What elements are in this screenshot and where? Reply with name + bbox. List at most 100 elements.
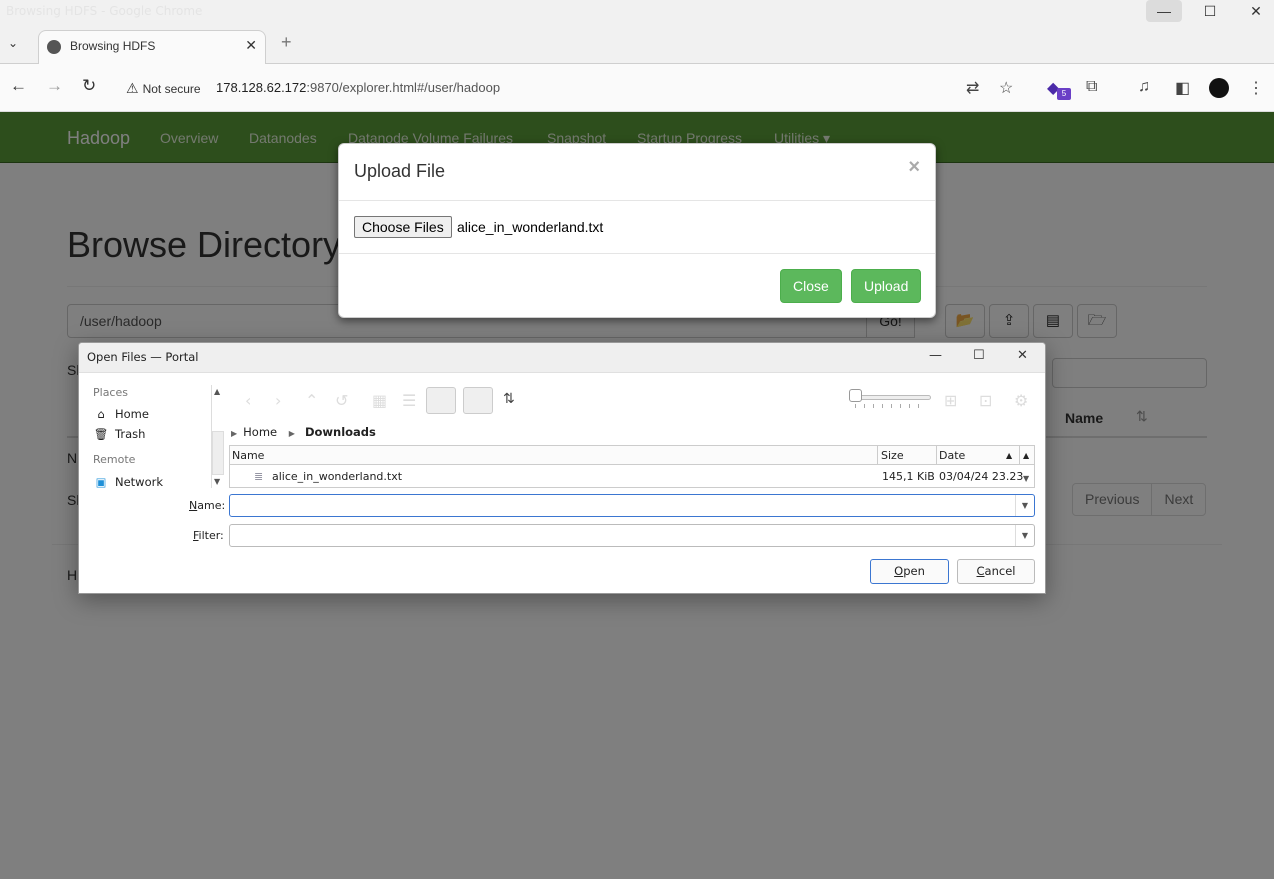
places-scrollbar[interactable]: ▲ ▼ xyxy=(211,385,224,488)
breadcrumb-home[interactable]: Home xyxy=(243,425,277,439)
column-header-size[interactable]: Size xyxy=(881,449,904,462)
filter-label: Filter: xyxy=(193,529,224,542)
forward-icon[interactable]: › xyxy=(275,391,281,410)
bookmark-star-icon[interactable]: ☆ xyxy=(999,78,1013,98)
url-path: :9870/explorer.html#/user/hadoop xyxy=(306,80,501,95)
settings-gear-icon[interactable]: ⚙ xyxy=(1014,391,1028,410)
dialog-close-icon[interactable]: ✕ xyxy=(1017,348,1028,363)
places-item-label: Network xyxy=(115,475,164,489)
security-label: Not secure xyxy=(142,82,201,96)
modal-title: Upload File xyxy=(354,161,446,181)
divider xyxy=(339,253,935,254)
cancel-button[interactable]: Cancel xyxy=(957,559,1035,584)
maximize-button[interactable]: ☐ xyxy=(1192,0,1228,22)
warning-icon: ⚠ xyxy=(126,80,139,96)
detail-view-icon[interactable]: ☰ xyxy=(402,391,416,410)
name-input[interactable]: ▼ xyxy=(229,494,1035,517)
menu-kebab-icon[interactable]: ⋮ xyxy=(1248,78,1264,98)
scroll-down-icon[interactable]: ▼ xyxy=(1023,474,1029,483)
chosen-file-name: alice_in_wonderland.txt xyxy=(457,219,604,235)
breadcrumb-arrow-icon: ▶ xyxy=(288,429,295,438)
profile-avatar[interactable] xyxy=(1209,78,1229,98)
trash-icon: 🗑 xyxy=(93,427,109,441)
dialog-maximize-icon[interactable]: ☐ xyxy=(973,348,985,363)
open-button[interactable]: Open xyxy=(870,559,949,584)
browser-toolbar: ← → ↻ ⚠ Not secure 178.128.62.172:9870/ex… xyxy=(0,64,1274,112)
filter-input[interactable]: ▼ xyxy=(229,524,1035,547)
upload-button[interactable]: Upload xyxy=(851,269,922,303)
places-item-label: Home xyxy=(115,407,149,421)
sort-ascending-icon: ▲ xyxy=(1006,451,1013,460)
close-window-button[interactable]: ✕ xyxy=(1238,0,1274,22)
window-titlebar: Browsing HDFS - Google Chrome — ☐ ✕ xyxy=(0,0,1274,24)
new-tab-button[interactable]: + xyxy=(281,32,292,53)
globe-icon xyxy=(47,40,61,54)
zoom-in-icon[interactable]: ⊞ xyxy=(944,391,957,410)
tab-search-icon[interactable]: ⌄ xyxy=(8,36,18,50)
places-item-home[interactable]: ⌂ Home xyxy=(93,407,149,421)
breadcrumb-downloads[interactable]: Downloads xyxy=(305,425,376,439)
reload-icon[interactable]: ↺ xyxy=(335,391,348,410)
upload-file-modal: Upload File × Choose Files alice_in_wond… xyxy=(338,143,936,318)
places-item-trash[interactable]: 🗑 Trash xyxy=(93,427,146,441)
back-icon[interactable]: ← xyxy=(10,76,27,96)
scroll-up-icon[interactable]: ▲ xyxy=(214,387,220,396)
tree-view-button[interactable] xyxy=(426,387,456,414)
breadcrumb-arrow-icon: ▶ xyxy=(231,429,238,438)
column-divider xyxy=(1019,446,1020,465)
forward-icon[interactable]: → xyxy=(46,76,63,96)
window-title: Browsing HDFS - Google Chrome xyxy=(6,4,203,18)
home-icon: ⌂ xyxy=(97,407,105,421)
minimize-button[interactable]: — xyxy=(1146,0,1182,22)
preview-button[interactable] xyxy=(463,387,493,414)
places-panel: Places ⌂ Home 🗑 Trash Remote ▣ Network xyxy=(79,373,211,489)
file-size: 145,1 KiB xyxy=(882,470,935,483)
file-list: Name Size Date ▲ ▲ ≣ alice_in_wonderland… xyxy=(229,445,1035,488)
tab-browsing-hdfs[interactable]: Browsing HDFS ✕ xyxy=(38,30,266,65)
scroll-up-icon[interactable]: ▲ xyxy=(1023,451,1029,460)
zoom-slider[interactable] xyxy=(851,395,931,400)
dialog-title: Open Files — Portal xyxy=(87,350,199,364)
close-button[interactable]: Close xyxy=(780,269,842,303)
zoom-slider-handle[interactable] xyxy=(849,389,862,402)
sort-icon[interactable]: ⇅ xyxy=(503,391,515,407)
scrollbar-thumb[interactable] xyxy=(212,431,224,475)
file-row[interactable]: ≣ alice_in_wonderland.txt 145,1 KiB 03/0… xyxy=(230,466,1034,487)
column-header-name[interactable]: Name xyxy=(232,449,264,462)
scroll-down-icon[interactable]: ▼ xyxy=(214,477,220,486)
chevron-down-icon[interactable]: ▼ xyxy=(1015,525,1034,546)
file-name: alice_in_wonderland.txt xyxy=(272,470,403,483)
text-file-icon: ≣ xyxy=(254,470,264,483)
places-item-label: Trash xyxy=(115,427,146,441)
zoom-slider-ticks xyxy=(855,404,927,408)
new-folder-icon[interactable]: ⊡ xyxy=(979,391,992,410)
tab-title: Browsing HDFS xyxy=(70,39,156,53)
media-controls-icon[interactable]: ♫ xyxy=(1138,78,1150,96)
tab-close-icon[interactable]: ✕ xyxy=(245,37,257,54)
side-panel-icon[interactable]: ◧ xyxy=(1175,78,1190,98)
translate-icon[interactable]: ⇄ xyxy=(966,78,979,98)
address-bar[interactable]: 178.128.62.172:9870/explorer.html#/user/… xyxy=(216,80,500,95)
places-item-network[interactable]: ▣ Network xyxy=(93,475,163,489)
close-icon[interactable]: × xyxy=(908,156,920,179)
choose-files-button[interactable]: Choose Files xyxy=(354,216,452,238)
dialog-minimize-icon[interactable]: — xyxy=(929,348,942,363)
open-files-dialog: Open Files — Portal — ☐ ✕ Places ⌂ Home 🗑… xyxy=(78,342,1046,594)
icon-view-icon[interactable]: ▦ xyxy=(372,391,387,410)
column-header-date[interactable]: Date xyxy=(939,449,965,462)
parent-folder-icon[interactable]: ⌃ xyxy=(305,391,318,410)
security-indicator[interactable]: ⚠ Not secure xyxy=(126,80,201,97)
places-header: Places xyxy=(93,386,128,399)
file-list-header: Name Size Date ▲ ▲ xyxy=(230,446,1034,465)
reload-icon[interactable]: ↻ xyxy=(82,76,96,96)
column-divider[interactable] xyxy=(877,446,878,465)
column-divider[interactable] xyxy=(936,446,937,465)
back-icon[interactable]: ‹ xyxy=(245,391,251,410)
chevron-down-icon[interactable]: ▼ xyxy=(1015,495,1034,516)
file-date: 03/04/24 23.23 xyxy=(939,470,1024,483)
extensions-puzzle-icon[interactable]: ⧉ xyxy=(1086,78,1097,96)
remote-header: Remote xyxy=(93,453,136,466)
url-host: 178.128.62.172 xyxy=(216,80,307,95)
dialog-titlebar: Open Files — Portal — ☐ ✕ xyxy=(79,343,1045,373)
extension-badge: 5 xyxy=(1057,88,1071,100)
